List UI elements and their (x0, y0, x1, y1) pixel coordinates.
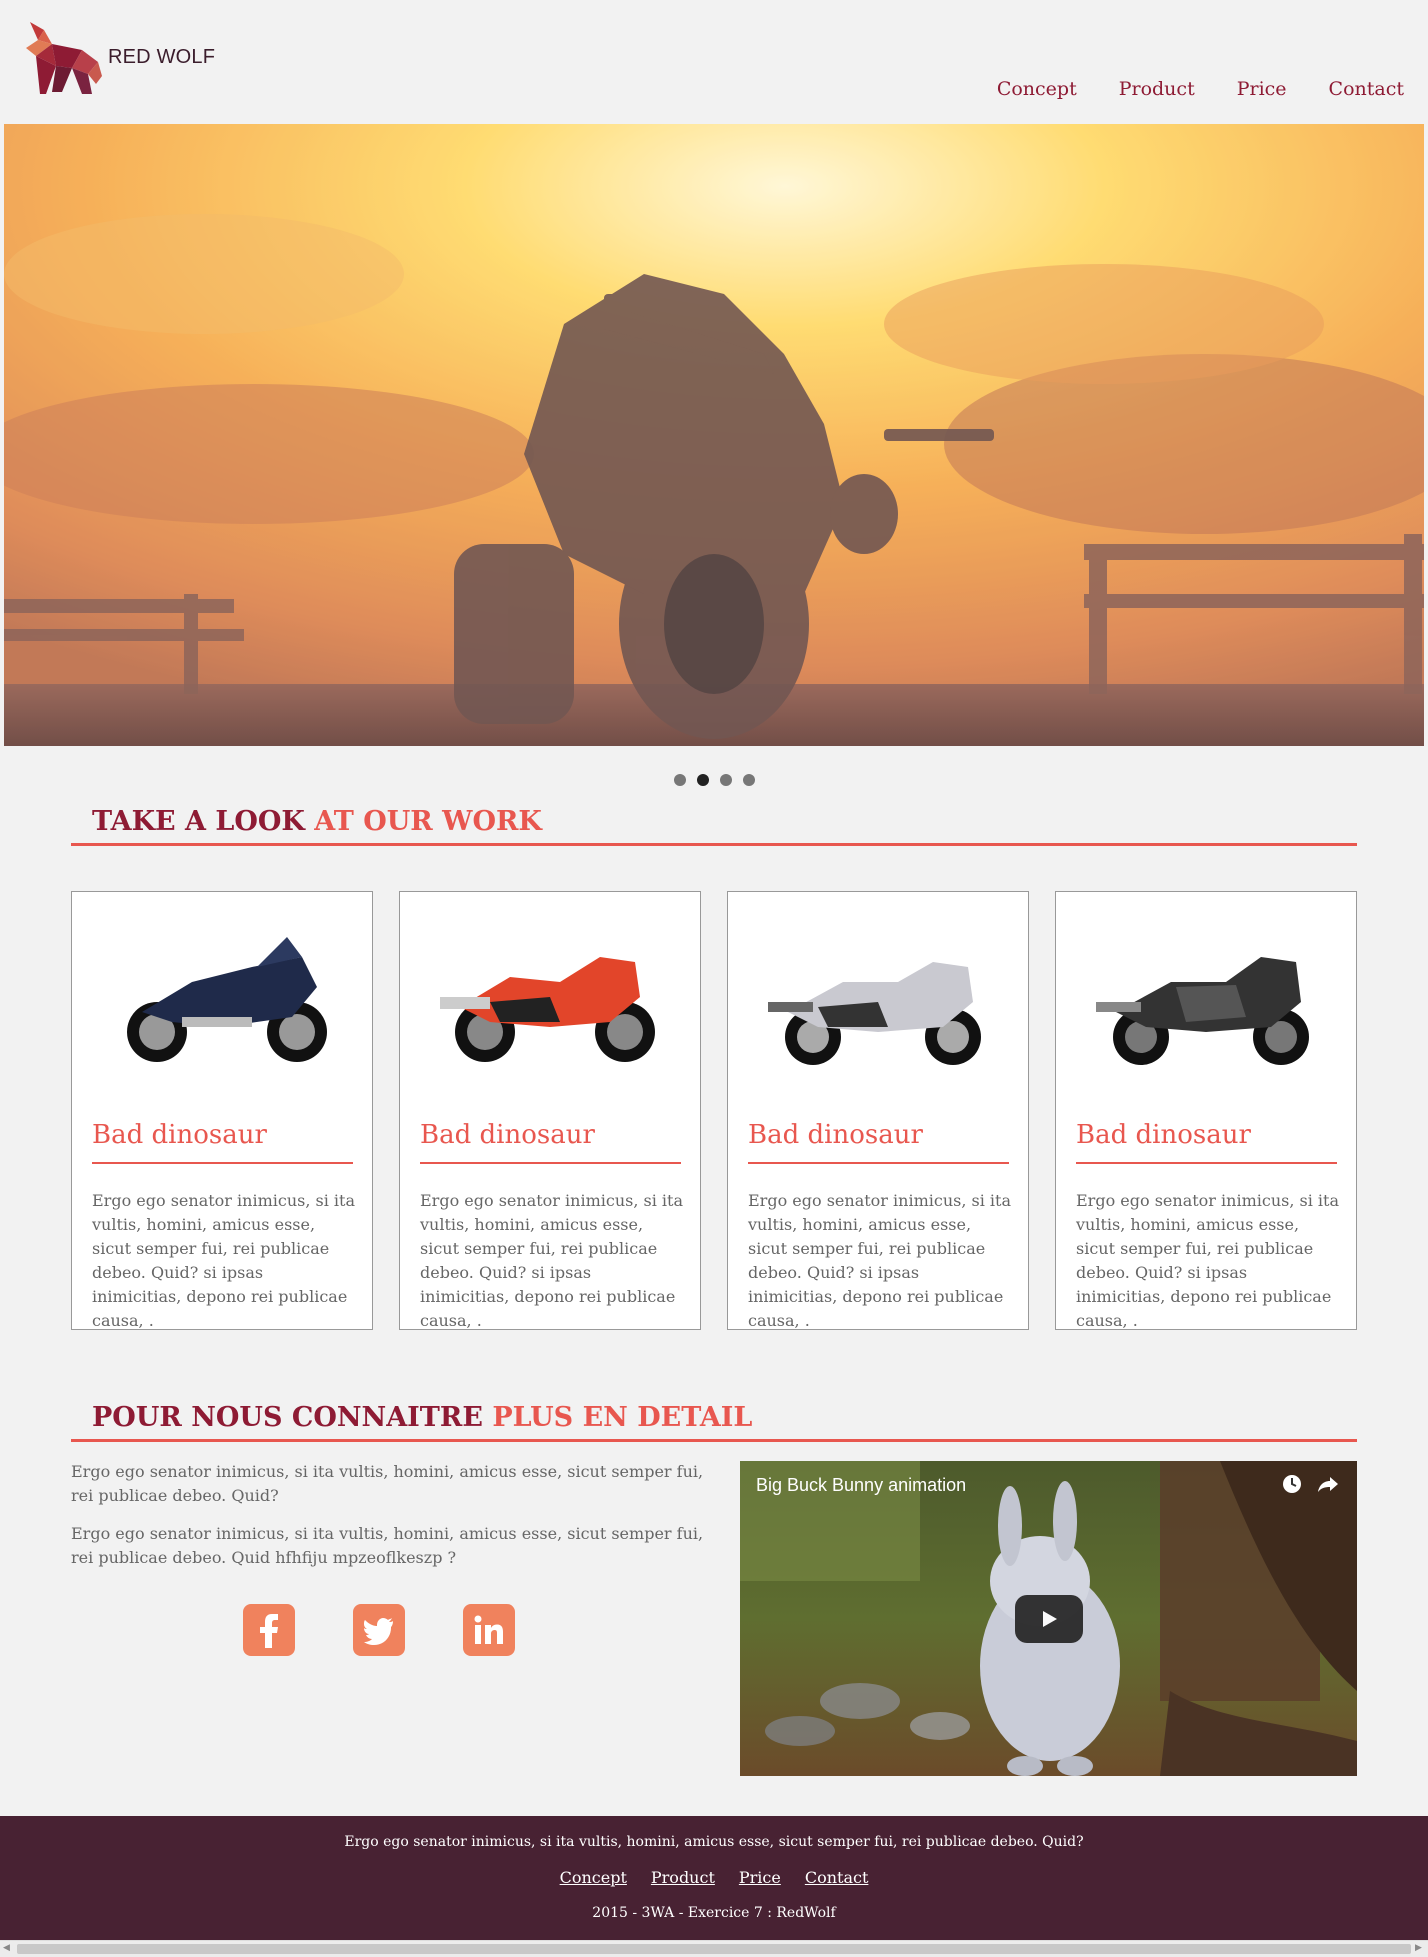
section-work-title: TAKE A LOOK AT OUR WORK (71, 806, 1357, 846)
section-work-title-b: AT OUR WORK (314, 806, 542, 837)
about-paragraph: Ergo ego senator inimicus, si ita vultis… (71, 1524, 704, 1567)
card-title: Bad dinosaur (420, 1120, 681, 1164)
nav-product[interactable]: Product (1119, 78, 1195, 100)
section-work-title-a: TAKE A LOOK (92, 806, 305, 837)
card-text: Ergo ego senator inimicus, si ita vultis… (1076, 1191, 1340, 1330)
site-header: RED WOLF Concept Product Price Contact (0, 0, 1428, 120)
video-player[interactable]: Big Buck Bunny animation (740, 1461, 1357, 1776)
work-card[interactable]: Bad dinosaur Ergo ego senator inimicus, … (71, 891, 373, 1330)
section-about-title: POUR NOUS CONNAITRE PLUS EN DETAIL (71, 1402, 1357, 1442)
motorcycle-image (1096, 957, 1309, 1065)
carousel-dots (0, 774, 1428, 786)
motorcycle-image (768, 962, 981, 1065)
about-text: Ergo ego senator inimicus, si ita vultis… (71, 1460, 711, 1584)
nav-concept[interactable]: Concept (997, 78, 1077, 100)
nav-price[interactable]: Price (1237, 78, 1287, 100)
footer-nav-contact[interactable]: Contact (805, 1868, 869, 1887)
carousel-dot-1[interactable] (673, 774, 686, 786)
section-about-title-b: PLUS EN DETAIL (492, 1402, 753, 1433)
main-nav: Concept Product Price Contact (997, 78, 1404, 100)
carousel-dot-4[interactable] (742, 774, 755, 786)
card-text: Ergo ego senator inimicus, si ita vultis… (420, 1191, 684, 1330)
card-text: Ergo ego senator inimicus, si ita vultis… (92, 1191, 356, 1330)
footer-copyright: 2015 - 3WA - Exercice 7 : RedWolf (592, 1905, 836, 1921)
work-cards: Bad dinosaur Ergo ego senator inimicus, … (71, 891, 1357, 1330)
twitter-link[interactable] (353, 1604, 405, 1656)
hero-slider[interactable] (4, 124, 1424, 746)
hero-image (4, 124, 1424, 746)
footer-nav: Concept Product Price Contact (0, 1868, 1428, 1887)
scrollbar-thumb[interactable] (17, 1944, 1411, 1954)
share-icon[interactable] (1317, 1473, 1339, 1495)
scroll-left-icon[interactable]: ◀ (3, 1943, 13, 1953)
carousel-dot-3[interactable] (719, 774, 732, 786)
twitter-icon (364, 1618, 393, 1645)
footer-nav-product[interactable]: Product (651, 1868, 715, 1887)
play-icon (1043, 1611, 1057, 1627)
motorcycle-image (440, 957, 655, 1062)
wolf-logo-icon (26, 22, 102, 94)
section-about-title-a: POUR NOUS CONNAITRE (92, 1402, 483, 1433)
linkedin-link[interactable] (463, 1604, 515, 1656)
carousel-dot-2[interactable] (696, 774, 709, 786)
linkedin-icon (474, 1615, 503, 1644)
video-title: Big Buck Bunny animation (756, 1475, 967, 1495)
brand-name: RED WOLF (108, 45, 216, 68)
work-card[interactable]: Bad dinosaur Ergo ego senator inimicus, … (399, 891, 701, 1330)
social-links (243, 1604, 515, 1656)
motorcycle-image (127, 937, 327, 1062)
watch-later-icon[interactable] (1281, 1473, 1303, 1495)
card-text: Ergo ego senator inimicus, si ita vultis… (748, 1191, 1012, 1330)
footer-nav-price[interactable]: Price (739, 1868, 781, 1887)
nav-contact[interactable]: Contact (1329, 78, 1404, 100)
facebook-icon (260, 1614, 278, 1648)
scroll-right-icon[interactable]: ▶ (1415, 1943, 1425, 1953)
card-title: Bad dinosaur (92, 1120, 353, 1164)
about-paragraph: Ergo ego senator inimicus, si ita vultis… (71, 1462, 704, 1505)
work-card[interactable]: Bad dinosaur Ergo ego senator inimicus, … (727, 891, 1029, 1330)
work-card[interactable]: Bad dinosaur Ergo ego senator inimicus, … (1055, 891, 1357, 1330)
facebook-link[interactable] (243, 1604, 295, 1656)
card-title: Bad dinosaur (748, 1120, 1009, 1164)
play-button[interactable] (1015, 1595, 1083, 1643)
footer-text: Ergo ego senator inimicus, si ita vultis… (344, 1834, 1084, 1850)
brand-logo[interactable]: RED WOLF (22, 18, 215, 98)
site-footer: Ergo ego senator inimicus, si ita vultis… (0, 1816, 1428, 1940)
horizontal-scrollbar[interactable]: ◀ ▶ (0, 1940, 1428, 1957)
card-title: Bad dinosaur (1076, 1120, 1337, 1164)
footer-nav-concept[interactable]: Concept (560, 1868, 627, 1887)
